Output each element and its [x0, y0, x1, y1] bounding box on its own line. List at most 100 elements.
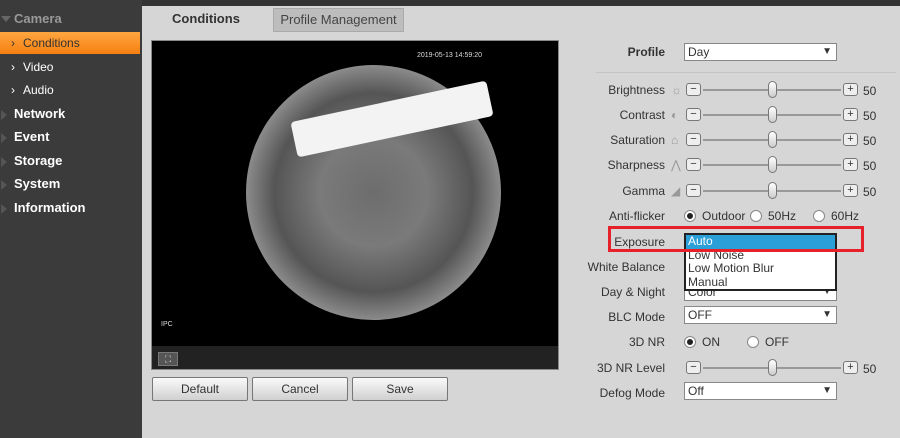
plus-icon[interactable]: + [843, 184, 858, 197]
contrast-label: Contrast [619, 108, 665, 122]
slider-handle[interactable] [768, 106, 777, 123]
saturation-label: Saturation [610, 133, 665, 147]
sidebar-section-camera[interactable]: Camera [0, 8, 142, 30]
sidebar-label: Video [23, 60, 54, 74]
blc-mode-select[interactable]: OFF ▼ [684, 306, 837, 324]
video-channel-label: IPC [161, 321, 173, 328]
gamma-label: Gamma [622, 184, 665, 198]
slider-handle[interactable] [768, 81, 777, 98]
chevron-right-icon: › [11, 83, 15, 97]
brightness-slider[interactable]: − + [686, 81, 858, 99]
cancel-button[interactable]: Cancel [252, 377, 348, 401]
sidebar-label: Storage [14, 153, 63, 168]
tab-conditions[interactable]: Conditions [143, 8, 269, 32]
blc-value: OFF [688, 308, 712, 322]
minus-icon[interactable]: − [686, 361, 701, 374]
saturation-slider[interactable]: − + [686, 131, 858, 149]
contrast-slider[interactable]: − + [686, 106, 858, 124]
radio-label: 60Hz [831, 209, 860, 223]
saturation-icon: ⌂ [671, 133, 679, 147]
minus-icon[interactable]: − [686, 158, 701, 171]
sidebar-section-information[interactable]: Information [0, 197, 142, 219]
antiflicker-outdoor-radio[interactable] [684, 210, 696, 222]
defog-mode-label: Defog Mode [599, 386, 665, 400]
plus-icon[interactable]: + [843, 158, 858, 171]
sharpness-label: Sharpness [607, 158, 665, 172]
video-toolbar: ⛶ [152, 346, 558, 369]
tab-profile-management[interactable]: Profile Management [273, 8, 404, 32]
highlight-annotation [608, 226, 864, 252]
gamma-value: 50 [863, 185, 877, 199]
sharpness-slider[interactable]: − + [686, 156, 858, 174]
divider [596, 72, 896, 73]
radio-label: 50Hz [768, 209, 797, 223]
caret-right-icon [1, 180, 7, 190]
defog-value: Off [688, 384, 704, 398]
save-button[interactable]: Save [352, 377, 448, 401]
minus-icon[interactable]: − [686, 184, 701, 197]
sidebar-item-audio[interactable]: › Audio [0, 79, 140, 101]
slider-handle[interactable] [768, 182, 777, 199]
chevron-right-icon: › [11, 36, 15, 50]
radio-label: ON [702, 335, 720, 349]
radio-label: Outdoor [702, 209, 746, 223]
minus-icon[interactable]: − [686, 108, 701, 121]
slider-handle[interactable] [768, 131, 777, 148]
caret-right-icon [1, 157, 7, 167]
caret-right-icon [1, 110, 7, 120]
white-balance-label: White Balance [587, 260, 665, 274]
defog-mode-select[interactable]: Off ▼ [684, 382, 837, 400]
sidebar-item-video[interactable]: › Video [0, 56, 140, 78]
gamma-slider[interactable]: − + [686, 182, 858, 200]
sidebar-label: Audio [23, 83, 54, 97]
minus-icon[interactable]: − [686, 83, 701, 96]
profile-value: Day [688, 45, 710, 59]
sun-icon: ☼ [671, 83, 682, 97]
3dnr-on-radio[interactable] [684, 336, 696, 348]
minus-icon[interactable]: − [686, 133, 701, 146]
chevron-right-icon: › [11, 60, 15, 74]
sidebar-section-storage[interactable]: Storage [0, 150, 142, 172]
slider-handle[interactable] [768, 359, 777, 376]
sidebar-item-conditions[interactable]: › Conditions [0, 32, 140, 54]
plus-icon[interactable]: + [843, 133, 858, 146]
chevron-down-icon: ▼ [822, 385, 832, 396]
exposure-option-manual[interactable]: Manual [686, 275, 835, 290]
antiflicker-60hz-radio[interactable] [813, 210, 825, 222]
day-night-label: Day & Night [600, 285, 665, 299]
antiflicker-50hz-radio[interactable] [750, 210, 762, 222]
antiflicker-label: Anti-flicker [608, 209, 665, 223]
video-preview: 2019-05-13 14:59:20 IPC ⛶ [151, 40, 559, 370]
caret-down-icon [1, 16, 11, 22]
saturation-value: 50 [863, 134, 877, 148]
caret-right-icon [1, 133, 7, 143]
slider-handle[interactable] [768, 156, 777, 173]
sidebar-section-network[interactable]: Network [0, 103, 142, 125]
default-button[interactable]: Default [152, 377, 248, 401]
3dnr-level-value: 50 [863, 362, 877, 376]
blc-mode-label: BLC Mode [608, 310, 665, 324]
sharpness-icon: ⋀ [671, 158, 681, 172]
3dnr-level-label: 3D NR Level [596, 361, 665, 375]
profile-label: Profile [627, 45, 665, 59]
fullscreen-icon[interactable]: ⛶ [158, 352, 178, 366]
sidebar: Camera › Conditions › Video › Audio Network… [0, 0, 142, 438]
chevron-down-icon: ▼ [822, 309, 832, 320]
profile-select[interactable]: Day ▼ [684, 43, 837, 61]
plus-icon[interactable]: + [843, 83, 858, 96]
3dnr-level-slider[interactable]: − + [686, 359, 858, 377]
sidebar-section-event[interactable]: Event [0, 126, 142, 148]
3dnr-off-radio[interactable] [747, 336, 759, 348]
contrast-icon: ◐ [671, 108, 679, 122]
video-timestamp: 2019-05-13 14:59:20 [417, 52, 482, 59]
contrast-value: 50 [863, 109, 877, 123]
sidebar-section-system[interactable]: System [0, 173, 142, 195]
sidebar-label: Camera [14, 11, 62, 26]
sidebar-label: Network [14, 106, 66, 121]
plus-icon[interactable]: + [843, 108, 858, 121]
sidebar-label: Information [14, 200, 86, 215]
brightness-label: Brightness [608, 83, 665, 97]
radio-label: OFF [765, 335, 789, 349]
plus-icon[interactable]: + [843, 361, 858, 374]
exposure-option-low-motion-blur[interactable]: Low Motion Blur [686, 262, 835, 276]
